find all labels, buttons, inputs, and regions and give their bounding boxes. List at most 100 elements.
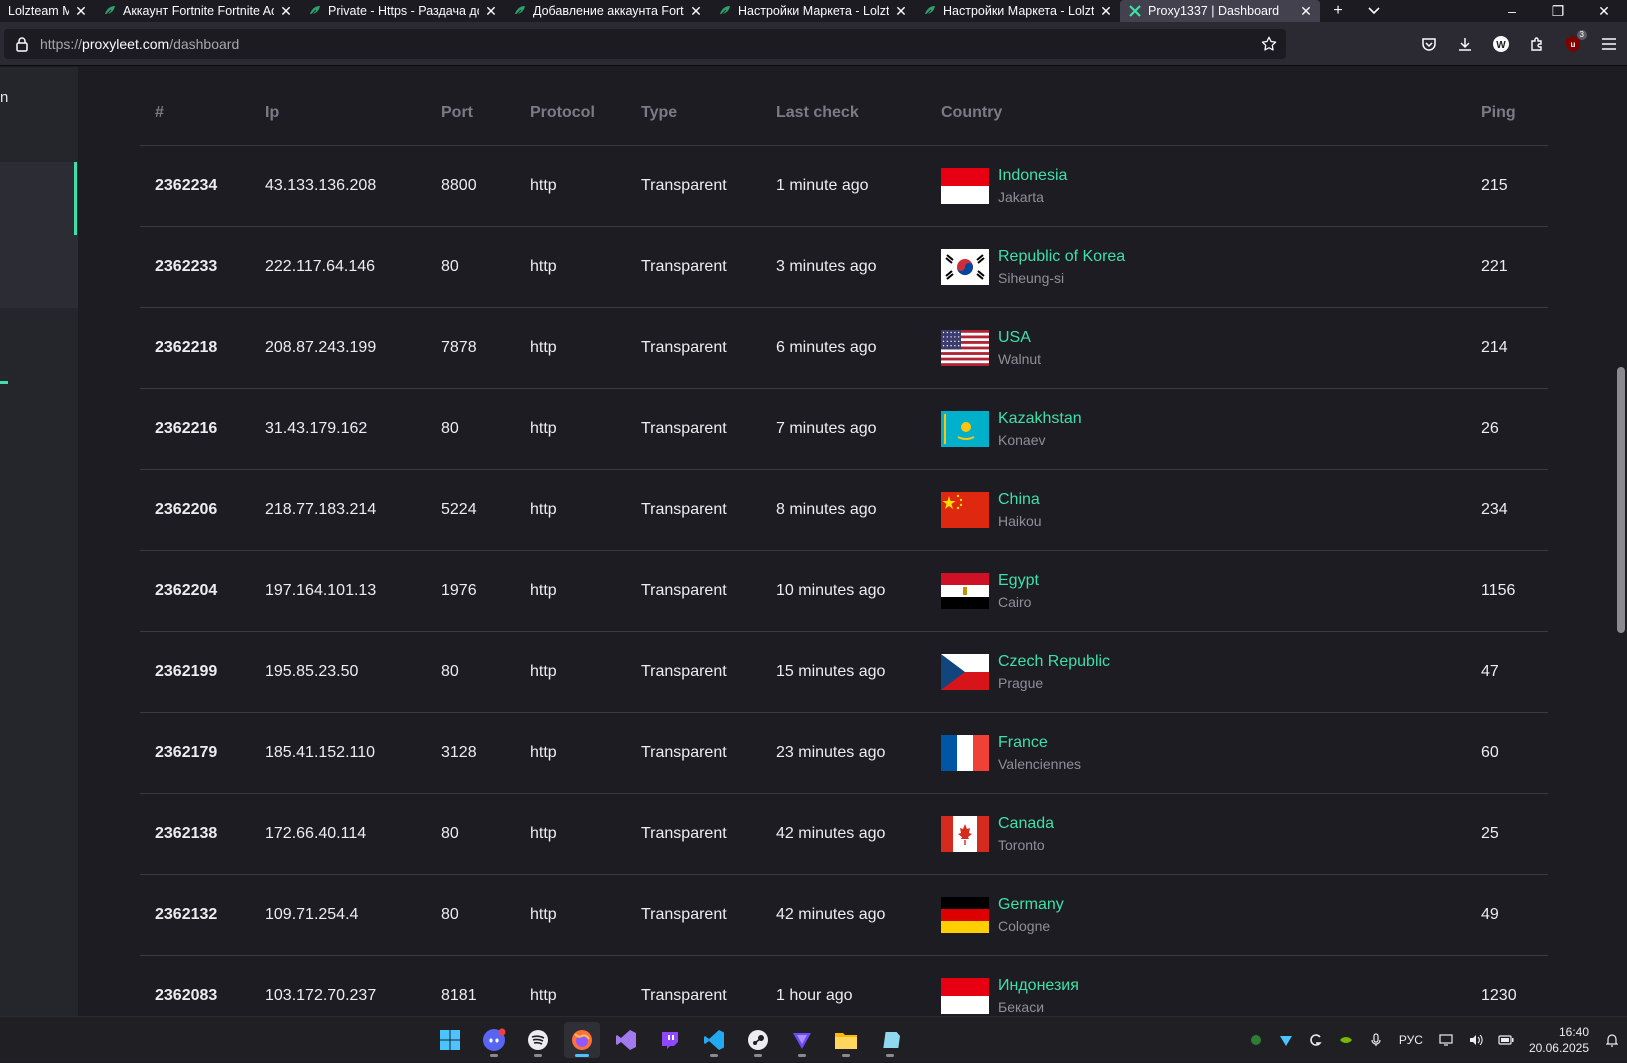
browser-tab[interactable]: Настройки Маркета - Lolzte ✕ xyxy=(710,0,915,22)
scrollbar-thumb[interactable] xyxy=(1617,367,1625,633)
proton-vpn-icon[interactable] xyxy=(784,1022,820,1058)
country-name[interactable]: France xyxy=(998,734,1081,752)
cell-last-check: 15 minutes ago xyxy=(761,631,926,713)
cell-protocol: http xyxy=(515,226,626,308)
browser-tab[interactable]: Proxy1337 | Dashboard ✕ xyxy=(1120,0,1320,22)
column-header-protocol[interactable]: Protocol xyxy=(515,81,626,146)
country-name[interactable]: Czech Republic xyxy=(998,653,1110,671)
list-all-tabs-chevron-down-icon[interactable] xyxy=(1356,0,1392,22)
nvidia-status-icon[interactable] xyxy=(1241,1025,1271,1055)
network-icon[interactable] xyxy=(1431,1025,1461,1055)
column-header-ping[interactable]: Ping xyxy=(1466,81,1548,146)
vscode-icon[interactable] xyxy=(696,1022,732,1058)
extension-w-icon[interactable]: W xyxy=(1483,26,1519,62)
address-bar[interactable]: https://proxyleet.com/dashboard xyxy=(4,29,1286,59)
browser-tab[interactable]: Настройки Маркета - Lolzte ✕ xyxy=(915,0,1120,22)
new-tab-button[interactable]: + xyxy=(1320,0,1356,22)
firefox-icon[interactable] xyxy=(564,1022,600,1058)
clock[interactable]: 16:40 20.06.2025 xyxy=(1521,1024,1597,1056)
ublock-icon[interactable]: u 3 xyxy=(1555,26,1591,62)
svg-text:u: u xyxy=(1571,40,1576,49)
cell-id[interactable]: 2362199 xyxy=(140,631,250,713)
cell-id[interactable]: 2362132 xyxy=(140,874,250,956)
country-name[interactable]: Germany xyxy=(998,896,1064,914)
browser-tab[interactable]: Добавление аккаунта Fortni ✕ xyxy=(505,0,710,22)
cell-country: Egypt Cairo xyxy=(926,550,1466,632)
column-header-country[interactable]: Country xyxy=(926,81,1466,146)
lolz-icon xyxy=(513,4,527,18)
column-header-ip[interactable]: Ip xyxy=(250,81,426,146)
column-header-port[interactable]: Port xyxy=(426,81,515,146)
close-window-button[interactable]: ✕ xyxy=(1581,0,1627,22)
column-header-last-check[interactable]: Last check xyxy=(761,81,926,146)
spotify-icon[interactable] xyxy=(520,1022,556,1058)
browser-tab[interactable]: Аккаунт Fortnite Fortnite Acc ✕ xyxy=(95,0,300,22)
file-explorer-icon[interactable] xyxy=(828,1022,864,1058)
cell-id[interactable]: 2362204 xyxy=(140,550,250,632)
pocket-icon[interactable] xyxy=(1411,26,1447,62)
url-scheme: https:// xyxy=(40,36,83,52)
menu-hamburger-icon[interactable] xyxy=(1591,26,1627,62)
cell-id[interactable]: 2362234 xyxy=(140,145,250,227)
visual-studio-icon[interactable] xyxy=(608,1022,644,1058)
close-tab-icon[interactable]: ✕ xyxy=(1100,3,1112,20)
cell-port: 8800 xyxy=(426,145,515,227)
country-name[interactable]: Kazakhstan xyxy=(998,410,1082,428)
column-header-type[interactable]: Type xyxy=(626,81,761,146)
cell-id[interactable]: 2362206 xyxy=(140,469,250,551)
page-scrollbar[interactable] xyxy=(1615,67,1627,1016)
cell-id[interactable]: 2362216 xyxy=(140,388,250,470)
cell-protocol: http xyxy=(515,550,626,632)
cell-country: Republic of Korea Siheung-si xyxy=(926,226,1466,308)
browser-tab[interactable]: Lolzteam Ma ✕ xyxy=(0,0,95,22)
bookmark-star-icon[interactable] xyxy=(1260,35,1278,53)
notifications-bell-icon[interactable] xyxy=(1597,1025,1627,1055)
cell-id[interactable]: 2362138 xyxy=(140,793,250,875)
restore-button[interactable]: ❐ xyxy=(1535,0,1581,22)
twitch-icon[interactable] xyxy=(652,1022,688,1058)
country-name[interactable]: Egypt xyxy=(998,572,1039,590)
cell-id[interactable]: 2362179 xyxy=(140,712,250,794)
vpn-tray-icon[interactable] xyxy=(1271,1025,1301,1055)
close-tab-icon[interactable]: ✕ xyxy=(690,3,702,20)
browser-tab[interactable]: Private - Https - Раздача дос ✕ xyxy=(300,0,505,22)
close-tab-icon[interactable]: ✕ xyxy=(75,3,87,20)
page-content: n # Ip Port Protocol Type Last check Cou… xyxy=(0,67,1627,1016)
battery-icon[interactable] xyxy=(1491,1025,1521,1055)
cell-id[interactable]: 2362218 xyxy=(140,307,250,389)
sidebar-item-active[interactable] xyxy=(0,162,78,308)
cell-id[interactable]: 2362233 xyxy=(140,226,250,308)
country-name[interactable]: China xyxy=(998,491,1042,509)
downloads-icon[interactable] xyxy=(1447,26,1483,62)
country-name[interactable]: USA xyxy=(998,329,1041,347)
nvidia-icon[interactable] xyxy=(1331,1025,1361,1055)
g-hub-icon[interactable] xyxy=(1301,1025,1331,1055)
column-header-id[interactable]: # xyxy=(140,81,250,146)
volume-icon[interactable] xyxy=(1461,1025,1491,1055)
system-tray: РУС 16:40 20.06.2025 xyxy=(1241,1017,1627,1063)
lock-icon[interactable] xyxy=(12,36,32,52)
steam-icon[interactable] xyxy=(740,1022,776,1058)
ublock-badge: 3 xyxy=(1576,30,1587,40)
sidebar-indicator-dash xyxy=(0,381,8,384)
cell-port: 80 xyxy=(426,226,515,308)
notepad-icon[interactable] xyxy=(872,1022,908,1058)
country-name[interactable]: Indonesia xyxy=(998,167,1067,185)
discord-icon[interactable] xyxy=(476,1022,512,1058)
close-tab-icon[interactable]: ✕ xyxy=(280,3,292,20)
url-text[interactable]: https://proxyleet.com/dashboard xyxy=(40,36,239,52)
windows-start-icon[interactable] xyxy=(432,1022,468,1058)
clock-date: 20.06.2025 xyxy=(1528,1041,1589,1055)
close-tab-icon[interactable]: ✕ xyxy=(1300,3,1312,20)
microphone-icon[interactable] xyxy=(1361,1025,1391,1055)
cell-protocol: http xyxy=(515,793,626,875)
cell-id[interactable]: 2362083 xyxy=(140,955,250,1016)
minimize-button[interactable]: – xyxy=(1489,0,1535,22)
close-tab-icon[interactable]: ✕ xyxy=(485,3,497,20)
country-name[interactable]: Индонезия xyxy=(998,977,1079,995)
country-name[interactable]: Canada xyxy=(998,815,1054,833)
language-indicator[interactable]: РУС xyxy=(1391,1033,1431,1047)
close-tab-icon[interactable]: ✕ xyxy=(895,3,907,20)
extensions-puzzle-icon[interactable] xyxy=(1519,26,1555,62)
country-name[interactable]: Republic of Korea xyxy=(998,248,1125,266)
